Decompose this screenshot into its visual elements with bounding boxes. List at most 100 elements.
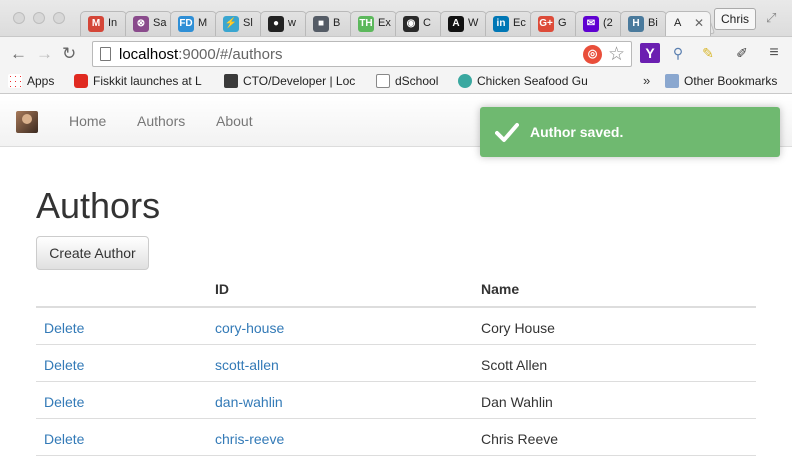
browser-tab[interactable]: ● w	[260, 11, 307, 36]
youtube-icon	[74, 74, 88, 88]
extension-red-icon[interactable]: ◎	[583, 45, 602, 64]
column-header-id: ID	[215, 281, 229, 297]
browser-tab[interactable]: G+ G	[530, 11, 577, 36]
highlighter-extension-icon[interactable]: ✎	[698, 43, 718, 63]
browser-tab[interactable]: AW	[440, 11, 487, 36]
yahoo-extension-icon[interactable]: Y	[640, 43, 660, 63]
bookmarks-overflow-button[interactable]: »	[643, 73, 650, 88]
search-extension-icon[interactable]: ⚲	[668, 43, 688, 63]
browser-tab[interactable]: in Ec	[485, 11, 532, 36]
ls-icon	[224, 74, 238, 88]
fullscreen-icon[interactable]: ⤢	[766, 10, 776, 26]
browser-tab[interactable]: ■ B	[305, 11, 352, 36]
w-icon: A	[448, 16, 464, 32]
tab-title: Sl	[243, 17, 253, 29]
address-bar[interactable]: localhost:9000/#/authors ◎ ☆	[92, 41, 632, 67]
apps-grid-icon	[8, 74, 22, 88]
bookmark-dschool[interactable]: dSchool	[376, 74, 438, 88]
table-row: Delete cory-house Cory House	[36, 308, 756, 345]
bookmark-apps[interactable]: Apps	[8, 74, 54, 88]
create-author-button[interactable]: Create Author	[36, 236, 149, 270]
tab-title: Ex	[378, 17, 391, 29]
browser-tab[interactable]: TH Ex	[350, 11, 397, 36]
page-title: Authors	[36, 185, 161, 226]
c-icon: ◉	[403, 16, 419, 32]
delete-link[interactable]: Delete	[44, 357, 84, 373]
reload-icon[interactable]: ↻	[62, 44, 76, 64]
bookmark-fiskkit[interactable]: Fiskkit launches at L	[74, 74, 212, 88]
forward-icon[interactable]: →	[36, 44, 53, 64]
delete-link[interactable]: Delete	[44, 320, 84, 336]
table-row: Delete scott-allen Scott Allen	[36, 345, 756, 382]
google-plus-icon: G+	[538, 16, 554, 32]
browser-tab-strip: M In ⊗ Sa FD M ⚡ Sl ● w ■ B TH Ex ◉ C A Win Ec G+ G ✉ (2 H Bi A ✕ …	[0, 0, 792, 36]
tab-title: Bi	[648, 17, 658, 29]
bookmark-label: Other Bookmarks	[684, 74, 778, 88]
nav-home[interactable]: Home	[69, 113, 106, 129]
browser-tab[interactable]: A ✕	[665, 11, 711, 36]
author-id-link[interactable]: dan-wahlin	[215, 394, 283, 410]
author-name: Cory House	[481, 320, 555, 336]
tab-title: A	[674, 17, 682, 29]
bookmark-star-icon[interactable]: ☆	[608, 43, 625, 66]
delete-link[interactable]: Delete	[44, 431, 84, 447]
profile-button[interactable]: Chris	[714, 8, 756, 30]
zoom-window-button[interactable]	[53, 12, 65, 24]
tab-title: W	[468, 17, 479, 29]
author-name: Scott Allen	[481, 357, 548, 373]
close-tab-icon[interactable]: ✕	[694, 16, 704, 30]
folder-icon	[665, 74, 679, 88]
tab-title: G	[558, 17, 567, 29]
browser-tab[interactable]: ✉ (2	[575, 11, 622, 36]
th-icon: TH	[358, 16, 374, 32]
browser-tab[interactable]: ◉ C	[395, 11, 442, 36]
tab-title: M	[198, 17, 208, 29]
browser-tab[interactable]: ⊗ Sa	[125, 11, 172, 36]
bookmark-chicken-seafood[interactable]: Chicken Seafood Gu	[458, 74, 608, 88]
fd-icon: FD	[178, 16, 194, 32]
browser-tab[interactable]: H Bi	[620, 11, 667, 36]
nav-authors[interactable]: Authors	[137, 113, 185, 129]
gmail-icon: M	[88, 16, 104, 32]
url-path: :9000/#/authors	[178, 46, 283, 63]
success-toast[interactable]: Author saved.	[480, 107, 780, 157]
avatar[interactable]	[16, 111, 38, 133]
tab-title: Sa	[153, 17, 167, 29]
menu-icon[interactable]: ≡	[764, 43, 784, 63]
bookmark-label: Chicken Seafood Gu	[477, 74, 588, 88]
linkedin-icon: in	[493, 16, 509, 32]
browser-tab[interactable]: FD M	[170, 11, 217, 36]
browser-tab[interactable]: ⚡ Sl	[215, 11, 262, 36]
bookmark-cto-developer[interactable]: CTO/Developer | Loc	[224, 74, 362, 88]
table-body: Delete cory-house Cory House Delete scott-al…	[36, 308, 756, 456]
nav-about[interactable]: About	[216, 113, 253, 129]
table-row: Delete dan-wahlin Dan Wahlin	[36, 382, 756, 419]
delete-link[interactable]: Delete	[44, 394, 84, 410]
h-icon: H	[628, 16, 644, 32]
browser-toolbar: ← → ↻ localhost:9000/#/authors ◎ ☆ Y ⚲ ✎…	[0, 36, 792, 70]
eyedropper-extension-icon[interactable]: ✐	[732, 43, 752, 63]
tab-title: w	[288, 17, 296, 29]
close-window-button[interactable]	[13, 12, 25, 24]
tab-title: (2	[603, 17, 613, 29]
author-id-link[interactable]: cory-house	[215, 320, 284, 336]
author-id-link[interactable]: scott-allen	[215, 357, 279, 373]
authors-table: ID Name Delete cory-house Cory House Delete…	[36, 270, 756, 456]
page-icon	[376, 74, 390, 88]
author-name: Dan Wahlin	[481, 394, 553, 410]
browser-tab[interactable]: M In	[80, 11, 127, 36]
table-row: Delete chris-reeve Chris Reeve	[36, 419, 756, 456]
tab-title: B	[333, 17, 341, 29]
other-bookmarks-folder[interactable]: Other Bookmarks	[665, 74, 777, 88]
yahoo-mail-icon: ✉	[583, 16, 599, 32]
column-header-name: Name	[481, 281, 520, 297]
b-icon: ■	[313, 16, 329, 32]
author-id-link[interactable]: chris-reeve	[215, 431, 284, 447]
bookmark-label: dSchool	[395, 74, 439, 88]
sa-icon: ⊗	[133, 16, 149, 32]
table-header: ID Name	[36, 270, 756, 308]
tab-title: Ec	[513, 17, 526, 29]
bookmark-label: CTO/Developer | Loc	[243, 74, 356, 88]
back-icon[interactable]: ←	[10, 44, 27, 64]
minimize-window-button[interactable]	[33, 12, 45, 24]
